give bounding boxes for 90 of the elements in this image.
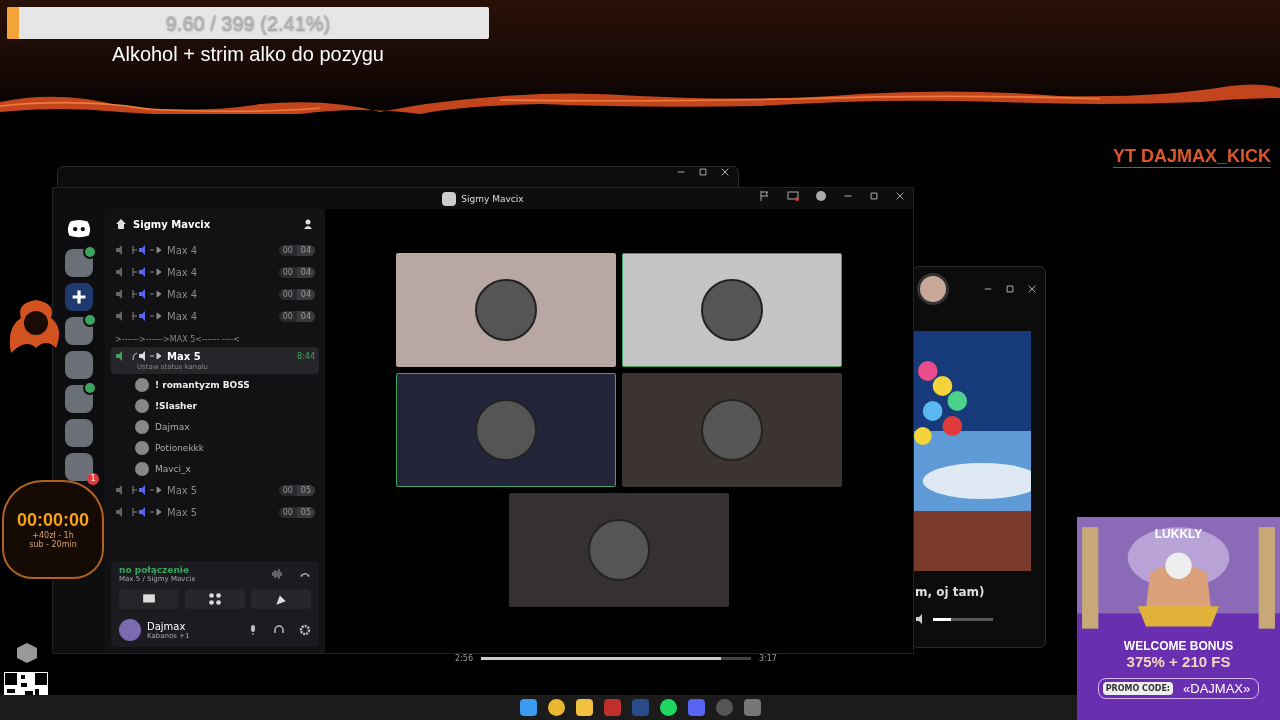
- avatar: [135, 419, 149, 434]
- app-icon[interactable]: [743, 699, 761, 716]
- user-name: Dajmax: [155, 421, 190, 432]
- avatar: [917, 273, 949, 305]
- arrow-icon: [132, 289, 162, 299]
- voice-indicator-icon: [83, 245, 97, 259]
- avatar: [119, 619, 141, 641]
- brand-name: LUKKLY: [1154, 527, 1203, 541]
- timer-text: 00:00:00: [16, 510, 90, 531]
- voice-channel[interactable]: Max 4 00 04: [111, 283, 319, 305]
- subtitle-text: m, oj tam): [915, 585, 986, 599]
- voice-channel[interactable]: Max 5 00 05: [111, 479, 319, 501]
- flag-icon[interactable]: [759, 190, 771, 202]
- voice-user[interactable]: Mavci_x: [111, 458, 319, 479]
- video-tile[interactable]: [622, 253, 842, 367]
- promo-code: «DAJMAX»: [1183, 681, 1251, 696]
- server-icon[interactable]: [65, 419, 93, 447]
- goal-amount: 9.60 / 399 (2.41%): [165, 11, 331, 35]
- server-name[interactable]: Sigmy Mavcix: [133, 218, 297, 230]
- server-icon[interactable]: [65, 249, 93, 277]
- user-name: !Slasher: [155, 400, 198, 411]
- user-name: Dajmax: [147, 620, 187, 632]
- video-tile[interactable]: [509, 493, 729, 607]
- app-icon[interactable]: [603, 699, 621, 716]
- avatar: [135, 461, 149, 476]
- headphones-icon[interactable]: [273, 624, 285, 636]
- timer-rule: sub - 20min: [29, 540, 77, 549]
- maximize-icon[interactable]: [1005, 284, 1015, 294]
- soundboard-button[interactable]: [251, 589, 311, 609]
- voice-channel[interactable]: Max 4 00 04: [111, 239, 319, 261]
- voice-user[interactable]: ! romantyzm BOSS: [111, 374, 319, 395]
- timer-rule: +40zł - 1h: [32, 531, 74, 540]
- arrow-icon: [132, 311, 162, 321]
- close-icon[interactable]: [895, 191, 905, 201]
- screen-icon[interactable]: [787, 190, 799, 202]
- channel-name: Max 5: [167, 350, 202, 362]
- goal-caption: Alkohol + strim alko do pozygu: [112, 43, 384, 66]
- promo-banner[interactable]: LUKKLY WELCOME BONUS 375% + 210 FS PROMO CODE: «DAJMAX»: [1077, 517, 1280, 720]
- server-icon[interactable]: [65, 453, 93, 481]
- add-user-icon[interactable]: [303, 218, 315, 230]
- server-icon[interactable]: [65, 385, 93, 413]
- server-icon: [442, 191, 457, 206]
- promo-label: PROMO CODE:: [1102, 682, 1174, 695]
- user-name: Potionekkk: [155, 442, 205, 453]
- add-server-button[interactable]: [65, 283, 93, 311]
- channel-timer: 8:44: [297, 351, 315, 361]
- user-name: ! romantyzm BOSS: [155, 379, 250, 390]
- voice-channel[interactable]: Max 4 00 04: [111, 305, 319, 327]
- voice-user[interactable]: Potionekkk: [111, 437, 319, 458]
- screen-share-button[interactable]: [119, 589, 179, 609]
- avatar: [135, 398, 149, 413]
- bonus-headline: WELCOME BONUS: [1123, 639, 1234, 653]
- arrow-icon: [132, 507, 162, 517]
- avatar: [135, 377, 149, 392]
- user-name: Mavci_x: [155, 463, 191, 474]
- home-icon[interactable]: [115, 218, 127, 230]
- elapsed-time: 2:56: [455, 654, 473, 663]
- connection-status: no połączenie: [119, 565, 191, 575]
- discord-logo-icon[interactable]: [66, 217, 92, 239]
- server-icon[interactable]: [65, 351, 93, 379]
- avatar: [135, 440, 149, 455]
- video-tile[interactable]: [396, 253, 616, 367]
- plus-icon: [71, 289, 87, 305]
- voice-indicator-icon: [83, 313, 97, 327]
- arrow-icon: [132, 485, 162, 495]
- bonus-offer: 375% + 210 FS: [1126, 653, 1231, 670]
- voice-user[interactable]: Dajmax: [111, 416, 319, 437]
- close-icon[interactable]: [1027, 284, 1037, 294]
- notification-badge: 1: [87, 473, 99, 485]
- voice-channel[interactable]: Max 4 00 04: [111, 261, 319, 283]
- window-title: Sigmy Mavcix: [461, 193, 524, 204]
- arrow-icon: [132, 245, 162, 255]
- arrow-icon: [132, 351, 162, 361]
- monitor-icon: [142, 592, 156, 606]
- volume-slider[interactable]: [933, 617, 993, 621]
- channel-banner-text: YT DAJMAX_KICK: [1112, 146, 1271, 168]
- server-icon[interactable]: [65, 317, 93, 345]
- voice-indicator-icon: [83, 381, 97, 395]
- video-tile[interactable]: [396, 373, 616, 487]
- maximize-icon[interactable]: [869, 191, 879, 201]
- grid-icon: [208, 592, 222, 606]
- arrow-icon: [132, 267, 162, 277]
- total-time: 3:17: [758, 654, 777, 663]
- channel-category[interactable]: >------>------>MAX 5<------ ----<: [111, 327, 319, 347]
- voice-channel[interactable]: Max 5 00 05: [111, 501, 319, 523]
- voice-user[interactable]: !Slasher: [111, 395, 319, 416]
- maximize-icon[interactable]: [698, 167, 708, 177]
- video-tile[interactable]: [622, 373, 842, 487]
- close-icon[interactable]: [720, 167, 730, 177]
- activities-button[interactable]: [185, 589, 245, 609]
